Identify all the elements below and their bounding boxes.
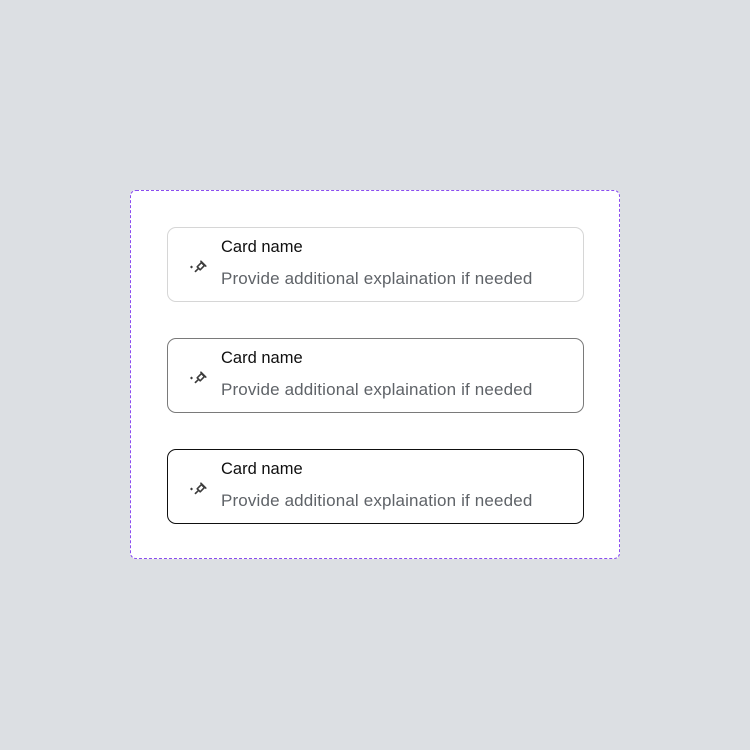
card-hover[interactable]: Card name Provide additional explainatio… bbox=[167, 338, 584, 413]
card-default[interactable]: Card name Provide additional explainatio… bbox=[167, 227, 584, 302]
card-title: Card name bbox=[221, 238, 303, 256]
card-variants-frame: Card name Provide additional explainatio… bbox=[130, 190, 620, 559]
card-selected[interactable]: Card name Provide additional explainatio… bbox=[167, 449, 584, 524]
card-description: Provide additional explaination if neede… bbox=[221, 491, 533, 510]
card-description: Provide additional explaination if neede… bbox=[221, 380, 533, 399]
sparkle-pin-icon bbox=[187, 255, 209, 277]
card-title: Card name bbox=[221, 349, 303, 367]
sparkle-pin-icon bbox=[187, 477, 209, 499]
card-description: Provide additional explaination if neede… bbox=[221, 269, 533, 288]
sparkle-pin-icon bbox=[187, 366, 209, 388]
card-title: Card name bbox=[221, 460, 303, 478]
